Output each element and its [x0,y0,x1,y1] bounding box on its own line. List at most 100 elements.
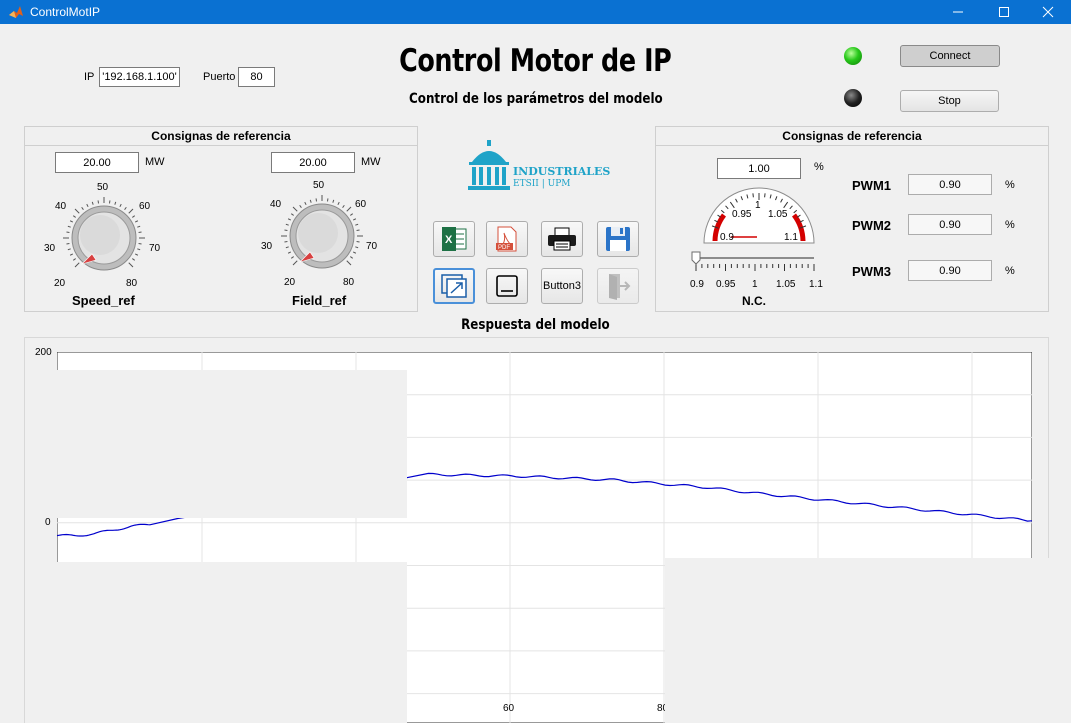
minimize-panel-button[interactable] [486,268,528,304]
maximize-icon [999,7,1009,17]
export-excel-button[interactable]: X [433,221,475,257]
knob-tick [134,220,139,223]
exit-door-icon [609,274,631,300]
knob-tick [132,258,136,261]
knob-tick [119,203,122,208]
logo-sub: ETSII | UPM [513,179,571,189]
industriales-logo-icon [468,140,510,190]
knob-tick [355,246,359,249]
gauge-tick-0.95: 0.95 [732,209,752,220]
pwm3-label: PWM3 [852,264,891,279]
knob-tick [290,213,294,216]
knob-tick [128,208,134,214]
pwm1-field[interactable]: 0.90 [908,174,992,195]
gauge-value-unit: % [814,161,824,173]
knob-tick [124,206,127,210]
pwm1-unit: % [1005,179,1015,191]
chart-section-title: Respuesta del modelo [461,317,610,333]
knob-tick [72,215,76,218]
gauge-tick-1: 1 [755,200,761,211]
knob-tick [290,256,294,259]
knob-tick [137,225,141,228]
pwm3-unit: % [1005,265,1015,277]
floppy-disk-icon [606,227,630,251]
occluded-region [57,562,407,723]
knob-tick [134,253,139,256]
knob-tick [352,218,357,221]
knob-tick [69,253,74,256]
knob-tick [285,223,289,226]
stop-button[interactable]: Stop [900,90,999,112]
connect-button[interactable]: Connect [900,45,1000,67]
knob-tick [299,204,302,208]
gauge-value-field[interactable]: 1.00 [717,158,801,179]
knob-tick [285,246,289,249]
speed-tick-50: 50 [97,182,109,193]
exit-button[interactable] [597,268,639,304]
slider-tick-1.1: 1.1 [809,279,823,290]
save-button[interactable] [597,221,639,257]
field-tick-40: 40 [270,199,282,210]
page-title: Control Motor de IP [399,43,672,79]
status-led-stopped [844,89,862,107]
reference-panel-left-title: Consignas de referencia [25,127,417,146]
button3[interactable]: Button3 [541,268,583,304]
minimize-button[interactable] [935,0,981,24]
nc-slider[interactable] [688,250,820,272]
speed-ref-unit: MW [145,156,165,168]
knob-tick [337,201,340,206]
knob-tick [81,206,84,210]
knob-tick [309,199,312,203]
print-button[interactable] [541,221,583,257]
knob-tick [352,251,357,254]
gauge-tick-0.9: 0.9 [720,232,734,243]
pwm2-unit: % [1005,219,1015,231]
matlab-icon [9,6,23,18]
y-tick-label-top: 200 [35,347,52,358]
knob-tick [132,215,136,218]
svg-text:PDF: PDF [498,245,510,251]
title-bar: ControlMotIP [0,0,1071,24]
field-ref-label: Field_ref [292,293,347,308]
knob-tick [332,199,335,203]
maximize-button[interactable] [981,0,1027,24]
knob-tick [72,258,76,261]
field-tick-50: 50 [313,180,325,191]
close-icon [1042,6,1054,18]
occluded-region [665,558,1049,723]
expand-button[interactable] [433,268,475,304]
knob-tick [346,260,352,266]
pwm1-label: PWM1 [852,178,891,193]
slider-tick-0.95: 0.95 [716,279,736,290]
knob-tick [137,248,141,251]
field-tick-20: 20 [284,277,296,288]
pwm2-field[interactable]: 0.90 [908,214,992,235]
reference-panel-right-title: Consignas de referencia [656,127,1048,146]
export-pdf-button[interactable]: PDF [486,221,528,257]
knob-tick [69,220,74,223]
gauge-tick-1.1: 1.1 [784,232,798,243]
excel-icon: X [442,227,467,251]
knob-tick [91,201,94,205]
slider-tick-1: 1 [752,279,758,290]
y-tick-label-zero: 0 [45,517,51,528]
occluded-region [57,370,407,518]
knob-tick [287,251,292,254]
gauge-tick-1.05: 1.05 [768,209,788,220]
pwm3-field[interactable]: 0.90 [908,260,992,281]
close-button[interactable] [1025,0,1071,24]
speed-tick-40: 40 [55,201,67,212]
knob-tick [67,248,71,251]
speed-tick-20: 20 [54,278,66,289]
slider-tick-1.05: 1.05 [776,279,796,290]
field-tick-80: 80 [343,277,355,288]
field-ref-field[interactable]: 20.00 [271,152,355,173]
field-ref-unit: MW [361,156,381,168]
speed-ref-field[interactable]: 20.00 [55,152,139,173]
knob-tick [292,260,298,266]
slider-tick-0.9: 0.9 [690,279,704,290]
window-title: ControlMotIP [30,5,101,19]
pwm-gauge [703,187,815,244]
pwm2-label: PWM2 [852,218,891,233]
knob-tick [350,213,354,216]
